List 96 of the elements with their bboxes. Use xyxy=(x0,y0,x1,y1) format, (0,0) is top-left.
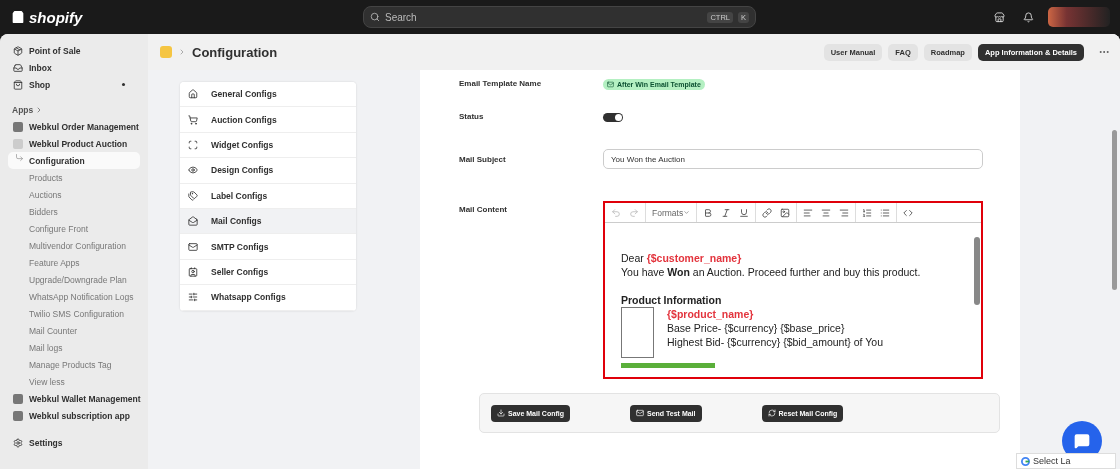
sidebar-item[interactable]: Shop xyxy=(8,76,140,93)
field-label: Email Template Name xyxy=(459,79,543,88)
app-icon xyxy=(13,121,23,132)
app-icon xyxy=(160,46,172,58)
sidebar-subitem[interactable]: Mail logs xyxy=(8,339,140,356)
menu-item-icon xyxy=(188,139,198,150)
status-toggle[interactable] xyxy=(603,113,623,122)
settings-icon xyxy=(13,437,23,448)
field-label: Status xyxy=(459,112,485,121)
config-menu-item[interactable]: Label Configs xyxy=(180,183,356,209)
settings-item[interactable]: Settings xyxy=(8,434,140,451)
mail-editor[interactable] xyxy=(603,201,983,379)
apps-heading[interactable]: Apps xyxy=(8,101,140,118)
numbered-list-icon[interactable] xyxy=(862,207,873,218)
menu-item-icon xyxy=(188,190,198,201)
italic-icon[interactable] xyxy=(721,207,732,218)
page-scrollbar[interactable] xyxy=(1112,130,1117,290)
config-menu-item[interactable]: SMTP Configs xyxy=(180,234,356,260)
nav-icon xyxy=(13,62,23,73)
config-menu-item[interactable]: Widget Configs xyxy=(180,132,356,159)
sidebar-subitem[interactable]: Feature Apps xyxy=(8,254,140,271)
sidebar-item[interactable]: Point of Sale xyxy=(8,42,140,59)
image-icon[interactable] xyxy=(780,207,791,218)
caret-icon xyxy=(683,209,691,216)
underline-icon[interactable] xyxy=(739,207,750,218)
refresh-icon xyxy=(767,409,776,417)
sidebar-subitem[interactable]: Upgrade/Downgrade Plan xyxy=(8,271,140,288)
menu-item-icon xyxy=(188,165,198,176)
field-label: Mail Subject xyxy=(459,155,507,164)
avatar[interactable] xyxy=(1048,7,1110,27)
config-menu-item[interactable]: Whatsapp Configs xyxy=(180,285,356,311)
menu-item-icon xyxy=(188,216,198,227)
sidebar-subitem[interactable]: Mail Counter xyxy=(8,322,140,339)
link-icon[interactable] xyxy=(762,207,773,218)
sidebar-item[interactable]: Webkul subscription app xyxy=(8,407,140,424)
detail-text: Highest Bid- {$currency} {$bid_amount} of You xyxy=(667,335,883,349)
app-icon xyxy=(13,410,23,421)
menu-item-icon xyxy=(188,241,198,252)
bold-icon[interactable] xyxy=(703,207,714,218)
sidebar-item[interactable]: Inbox xyxy=(8,59,140,76)
translate-dropdown[interactable]: Select La xyxy=(1016,453,1116,469)
view-less-link[interactable]: View less xyxy=(8,373,140,390)
menu-item-icon xyxy=(188,114,198,125)
sidebar-subitem[interactable]: WhatsApp Notification Logs xyxy=(8,288,140,305)
sidebar-item[interactable]: Webkul Product Auction xyxy=(8,135,140,152)
sidebar-subitem[interactable]: Manage Products Tag xyxy=(8,356,140,373)
subject-field[interactable]: You Won the Auction xyxy=(603,149,983,169)
code-icon[interactable] xyxy=(903,207,914,218)
branch-icon xyxy=(15,153,24,162)
menu-item-icon xyxy=(188,89,198,100)
menu-item-icon xyxy=(188,292,198,303)
sidebar-subitem[interactable]: Bidders xyxy=(8,203,140,220)
sidebar-subitem[interactable]: Twilio SMS Configuration xyxy=(8,305,140,322)
page-title: Configuration xyxy=(192,44,278,60)
mail-icon xyxy=(607,81,614,88)
intro-text: You have Won an Auction. Proceed further and buy this product. xyxy=(621,265,922,279)
sidebar-subitem[interactable]: Multivendor Configuration xyxy=(8,237,140,254)
app-icon xyxy=(13,138,23,149)
config-menu-item[interactable]: Seller Configs xyxy=(180,259,356,286)
field-label: Mail Content xyxy=(459,205,508,214)
sidebar-subitem[interactable]: Products xyxy=(8,169,140,186)
store-icon[interactable] xyxy=(994,11,1005,23)
nav-icon xyxy=(13,45,23,56)
template-variable: {$customer_name} xyxy=(646,252,742,264)
align-right-icon[interactable] xyxy=(839,207,850,218)
section-heading: Product Information xyxy=(621,293,723,307)
search-icon xyxy=(370,12,380,22)
scrollbar-thumb[interactable] xyxy=(974,237,980,305)
app-icon xyxy=(13,393,23,404)
mail-icon xyxy=(636,409,644,417)
config-menu-item[interactable]: General Configs xyxy=(180,82,356,108)
menu-item-icon xyxy=(188,266,198,277)
align-center-icon[interactable] xyxy=(821,207,832,218)
sidebar-subitem[interactable]: Configure Front xyxy=(8,220,140,237)
align-left-icon[interactable] xyxy=(803,207,814,218)
nav-icon xyxy=(13,79,23,90)
sidebar-item[interactable]: Webkul Wallet Management xyxy=(8,390,140,407)
shopify-logo[interactable]: shopify xyxy=(29,8,83,26)
bullet-list-icon[interactable] xyxy=(880,207,891,218)
formats-dropdown[interactable]: Formats xyxy=(652,207,691,218)
template-variable: {$product_name} xyxy=(667,308,754,320)
sidebar-item[interactable]: Webkul Order Management xyxy=(8,118,140,135)
chevron-icon xyxy=(178,48,186,56)
chat-icon xyxy=(1074,433,1090,449)
google-icon xyxy=(1021,456,1030,466)
detail-text: Base Price- {$currency} {$base_price} xyxy=(667,321,846,335)
config-menu-item[interactable]: Mail Configs xyxy=(180,208,356,235)
greeting-text: Dear xyxy=(621,252,644,264)
broken-image xyxy=(621,307,654,358)
config-menu-item[interactable]: Auction Configs xyxy=(180,107,356,133)
bell-icon[interactable] xyxy=(1023,11,1034,23)
sidebar-subitem[interactable]: Auctions xyxy=(8,186,140,203)
download-icon xyxy=(497,409,505,417)
shopify-bag-icon xyxy=(10,9,26,25)
sidebar-subitem[interactable]: Configuration xyxy=(8,152,140,169)
config-menu-item[interactable]: Design Configs xyxy=(180,158,356,184)
